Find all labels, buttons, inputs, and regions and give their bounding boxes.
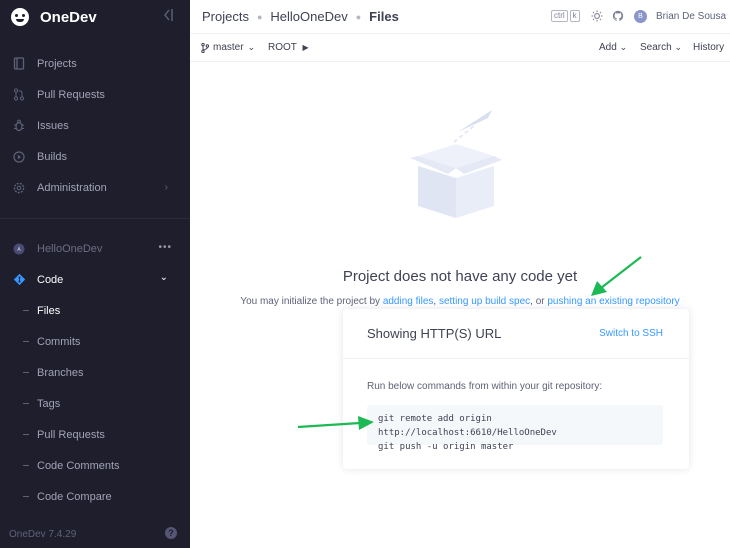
card-description: Run below commands from within your git … [367, 381, 603, 392]
breadcrumb-projects[interactable]: Projects [202, 9, 249, 24]
branch-icon [201, 42, 209, 53]
bullet-dash [23, 310, 29, 311]
pull-request-icon [12, 88, 26, 102]
onedev-logo-icon [11, 8, 29, 26]
top-header: Projects ● HelloOneDev ● Files ctrl k B … [190, 0, 730, 34]
instruction-prefix: You may initialize the project by [240, 296, 383, 307]
adding-files-link[interactable]: adding files [383, 296, 434, 307]
sidebar-subitem-code-comments[interactable]: Code Comments [0, 450, 190, 481]
help-icon[interactable]: ? [165, 527, 177, 539]
git-command-line: git remote add origin http://localhost:6… [378, 414, 557, 438]
sidebar-subitem-pull-requests[interactable]: Pull Requests [0, 419, 190, 450]
switch-to-ssh-link[interactable]: Switch to SSH [599, 328, 663, 339]
git-commands-box[interactable]: git remote add origin http://localhost:6… [367, 405, 663, 452]
path-root[interactable]: ROOT ▶ [268, 42, 309, 53]
empty-box-illustration [410, 110, 502, 218]
chevron-down-icon: ⌄ [247, 42, 256, 52]
command-palette-shortcut[interactable]: ctrl k [551, 10, 580, 22]
project-name: HelloOneDev [37, 242, 103, 255]
instruction-sep: , or [530, 296, 548, 307]
git-command-line: git push -u origin master [378, 442, 514, 452]
file-toolbar: master ⌄ ROOT ▶ Add ⌄ Search ⌄ History [190, 34, 730, 62]
sidebar-item-builds[interactable]: Builds [0, 141, 190, 172]
bullet-dash [23, 403, 29, 404]
branch-name: master [213, 42, 244, 53]
github-icon[interactable] [612, 10, 624, 22]
sidebar-item-label: Pull Requests [37, 88, 105, 101]
sidebar-subitem-label: Code Comments [37, 459, 120, 472]
avatar[interactable]: B [634, 10, 647, 23]
annotation-arrow-icon [591, 256, 642, 296]
rocket-icon [12, 242, 26, 256]
caret-right-icon: ▶ [302, 43, 309, 52]
sidebar-subitem-label: Commits [37, 335, 81, 348]
search-label: Search [640, 42, 672, 53]
history-link[interactable]: History [693, 42, 724, 53]
sidebar-item-label: Administration [37, 181, 107, 194]
sidebar-item-label: Builds [37, 150, 67, 163]
kbd-ctrl: ctrl [551, 10, 568, 22]
add-label: Add [599, 42, 617, 53]
sidebar-item-pull-requests[interactable]: Pull Requests [0, 79, 190, 110]
sidebar-subitem-files[interactable]: Files [0, 295, 190, 326]
search-menu[interactable]: Search ⌄ [640, 42, 682, 53]
sidebar-subitem-branches[interactable]: Branches [0, 357, 190, 388]
sidebar-item-administration[interactable]: Administration › [0, 172, 190, 203]
bullet-dash [23, 496, 29, 497]
bug-icon [12, 119, 26, 133]
sidebar-subitem-tags[interactable]: Tags [0, 388, 190, 419]
kbd-k: k [569, 10, 580, 22]
card-title: Showing HTTP(S) URL [367, 326, 502, 341]
build-spec-link[interactable]: setting up build spec [439, 296, 530, 307]
sidebar-project-hellonedev[interactable]: HelloOneDev ••• [0, 233, 190, 264]
version-label: OneDev 7.4.29 [9, 528, 77, 540]
gear-icon [12, 181, 26, 195]
sidebar-item-projects[interactable]: Projects [0, 48, 190, 79]
brand-name: OneDev [40, 8, 97, 26]
git-icon [12, 273, 26, 287]
bullet-dash [23, 434, 29, 435]
sidebar-subitem-label: Pull Requests [37, 428, 105, 441]
add-menu[interactable]: Add ⌄ [599, 42, 627, 53]
chevron-down-icon: ⌄ [159, 272, 168, 283]
empty-state-title: Project does not have any code yet [342, 268, 578, 285]
sidebar-footer: OneDev 7.4.29 ? [0, 520, 190, 548]
card-header: Showing HTTP(S) URL Switch to SSH [343, 309, 689, 359]
sidebar-subitem-label: Branches [37, 366, 84, 379]
root-label: ROOT [268, 42, 297, 53]
annotation-arrow-icon [297, 416, 374, 430]
projects-icon [12, 57, 26, 71]
breadcrumb-separator: ● [256, 11, 263, 22]
sidebar: OneDev Projects Pull Requests Issues Bui… [0, 0, 190, 548]
sidebar-divider [0, 218, 190, 219]
play-icon [12, 150, 26, 164]
sun-icon[interactable] [591, 10, 603, 22]
chevron-right-icon: › [164, 182, 168, 193]
bullet-dash [23, 465, 29, 466]
clone-url-card: Showing HTTP(S) URL Switch to SSH Run be… [343, 309, 689, 469]
sidebar-item-label: Projects [37, 57, 77, 70]
sidebar-subitem-label: Code Compare [37, 490, 112, 503]
collapse-sidebar-icon[interactable] [162, 8, 174, 22]
sidebar-subitem-commits[interactable]: Commits [0, 326, 190, 357]
chevron-down-icon: ⌄ [674, 42, 683, 52]
bullet-dash [23, 341, 29, 342]
breadcrumb-project[interactable]: HelloOneDev [270, 9, 347, 24]
chevron-down-icon: ⌄ [619, 42, 628, 52]
sidebar-item-issues[interactable]: Issues [0, 110, 190, 141]
branch-selector[interactable]: master ⌄ [201, 42, 255, 53]
sidebar-subitem-label: Files [37, 304, 61, 317]
sidebar-item-code[interactable]: Code ⌄ [0, 264, 190, 295]
bullet-dash [23, 372, 29, 373]
sidebar-item-label: Code [37, 273, 64, 286]
user-name[interactable]: Brian De Sousa [656, 11, 726, 22]
breadcrumb-files: Files [369, 9, 399, 24]
breadcrumb-separator: ● [355, 11, 362, 22]
sidebar-subitem-label: Tags [37, 397, 61, 410]
empty-state-instructions: You may initialize the project by adding… [190, 296, 730, 307]
sidebar-subitem-code-compare[interactable]: Code Compare [0, 481, 190, 512]
more-options-icon[interactable]: ••• [158, 242, 172, 253]
sidebar-item-label: Issues [37, 119, 69, 132]
